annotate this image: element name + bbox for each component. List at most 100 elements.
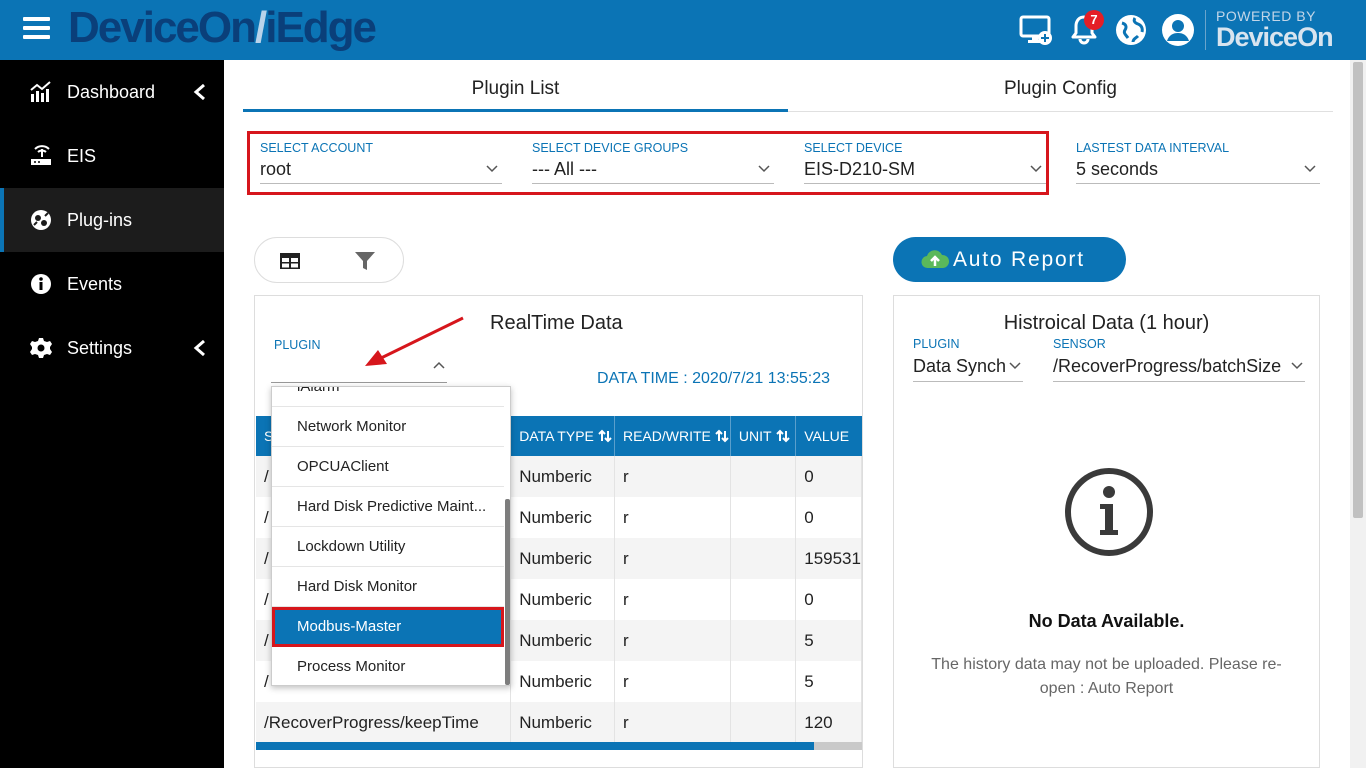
cell-rw: r (614, 579, 731, 620)
cell-type: Numberic (510, 538, 615, 579)
hist-sensor-label: SENSOR (1053, 337, 1106, 351)
sort-icon[interactable] (775, 429, 790, 443)
select-interval-field[interactable]: 5 seconds (1076, 156, 1320, 184)
cell-value: 5 (795, 661, 862, 702)
plugin-icon (31, 210, 51, 230)
filter-icon[interactable] (353, 249, 377, 273)
cell-unit (730, 661, 797, 702)
cell-value: 120 (795, 702, 862, 743)
sidebar-item-label: Events (67, 273, 123, 294)
auto-report-button[interactable]: Auto Report (893, 237, 1126, 282)
topbar-divider (1205, 10, 1206, 50)
hist-plugin-select[interactable]: Data Synch (913, 352, 1023, 382)
col-data-type[interactable]: DATA TYPE (510, 416, 615, 456)
powered-by-logo: POWERED BY DeviceOn (1216, 8, 1334, 52)
col-read-write-label: READ/WRITE (622, 428, 711, 444)
dropdown-scrollbar[interactable] (505, 499, 510, 685)
cell-type: Numberic (510, 661, 615, 702)
hist-sensor-select[interactable]: /RecoverProgress/batchSize (1053, 352, 1305, 382)
col-data-type-label: DATA TYPE (519, 428, 594, 444)
info-icon (1065, 468, 1153, 556)
data-time: DATA TIME : 2020/7/21 13:55:23 (597, 370, 831, 387)
historical-title: Histroical Data (1 hour) (1003, 312, 1210, 334)
cell-unit (730, 702, 797, 743)
tab-plugin-list[interactable]: Plugin List (243, 70, 788, 112)
cloud-upload-icon (921, 250, 949, 269)
plugin-dropdown-list: iAlarm Network Monitor OPCUAClient Hard … (271, 386, 511, 686)
sidebar-item-eis[interactable]: EIS (0, 124, 224, 188)
dropdown-option[interactable]: Lockdown Utility (272, 527, 504, 567)
dropdown-option[interactable]: Hard Disk Predictive Maint... (272, 487, 504, 527)
table-view-icon[interactable] (278, 249, 302, 273)
realtime-title: RealTime Data (490, 312, 623, 334)
highlight-frame (247, 131, 1049, 195)
chevron-left-icon (193, 340, 205, 356)
cell-unit (730, 497, 797, 538)
sidebar-item-plugins[interactable]: Plug-ins (0, 188, 224, 252)
notification-bell[interactable]: 7 (1066, 10, 1104, 48)
cell-rw: r (614, 620, 731, 661)
hist-plugin-label: PLUGIN (913, 337, 960, 351)
globe-icon[interactable] (1113, 12, 1149, 48)
cell-type: Numberic (510, 579, 615, 620)
cell-unit (730, 538, 797, 579)
col-unit-label: UNIT (738, 428, 772, 444)
dropdown-option[interactable]: iAlarm (272, 387, 504, 407)
cell-unit (730, 620, 797, 661)
select-interval-value: 5 seconds (1076, 159, 1159, 179)
chart-icon (30, 81, 51, 102)
sidebar-item-dashboard[interactable]: Dashboard (0, 60, 224, 124)
tab-bar: Plugin List Plugin Config (243, 70, 1333, 112)
sidebar-item-label: Dashboard (67, 81, 156, 102)
auto-report-label: Auto Report (953, 248, 1085, 271)
dropdown-option[interactable]: Process Monitor (272, 647, 504, 685)
col-unit[interactable]: UNIT (730, 416, 797, 456)
dropdown-option[interactable]: Network Monitor (272, 407, 504, 447)
view-toggle-group (254, 237, 404, 283)
hamburger-menu-icon[interactable] (23, 17, 50, 41)
tab-plugin-config[interactable]: Plugin Config (788, 70, 1333, 112)
table-horizontal-scrollbar[interactable] (256, 742, 862, 750)
col-read-write[interactable]: READ/WRITE (614, 416, 731, 456)
cell-rw: r (614, 497, 731, 538)
cell-unit (730, 579, 797, 620)
select-data-interval[interactable]: LASTEST DATA INTERVAL 5 seconds (1076, 140, 1320, 184)
cell-sensor: /RecoverProgress/keepTime (256, 702, 512, 743)
cell-value: 5 (795, 620, 862, 661)
cell-value: 0 (795, 456, 862, 497)
chevron-left-icon (193, 84, 205, 100)
sort-icon[interactable] (715, 429, 729, 443)
cell-rw: r (614, 702, 731, 743)
cell-rw: r (614, 661, 731, 702)
sidebar-item-settings[interactable]: Settings (0, 316, 224, 380)
select-interval-label: LASTEST DATA INTERVAL (1076, 141, 1230, 155)
cell-rw: r (614, 456, 731, 497)
cell-value: 159531 (795, 538, 862, 579)
add-device-icon[interactable] (1018, 12, 1054, 48)
col-value[interactable]: VALUE (795, 416, 862, 456)
table-row: /RecoverProgress/keepTime Numberic r 120 (256, 702, 862, 743)
chevron-down-icon (1291, 359, 1303, 371)
cell-value: 0 (795, 497, 862, 538)
cell-unit (730, 456, 797, 497)
cell-value: 0 (795, 579, 862, 620)
dropdown-option[interactable]: OPCUAClient (272, 447, 504, 487)
dropdown-option[interactable]: Hard Disk Monitor (272, 567, 504, 607)
hist-plugin-value: Data Synch (913, 356, 1007, 376)
notification-badge: 7 (1084, 10, 1104, 30)
app-logo: DeviceOn/iEdge (68, 3, 377, 52)
user-avatar-icon[interactable] (1160, 12, 1196, 48)
chevron-down-icon (1009, 359, 1021, 371)
sort-icon[interactable] (598, 429, 612, 443)
historical-data-panel: Histroical Data (1 hour) PLUGIN Data Syn… (893, 295, 1320, 768)
top-bar: DeviceOn/iEdge 7 POWERED BY DeviceOn (0, 0, 1366, 60)
chevron-down-icon (1304, 165, 1316, 173)
router-icon (31, 145, 51, 165)
info-icon (31, 274, 51, 294)
page-scrollbar[interactable] (1350, 60, 1366, 768)
gear-icon (30, 338, 52, 358)
dropdown-option-selected[interactable]: Modbus-Master (272, 607, 504, 647)
sidebar-item-label: EIS (67, 145, 97, 166)
sidebar-item-events[interactable]: Events (0, 252, 224, 316)
cell-type: Numberic (510, 497, 615, 538)
